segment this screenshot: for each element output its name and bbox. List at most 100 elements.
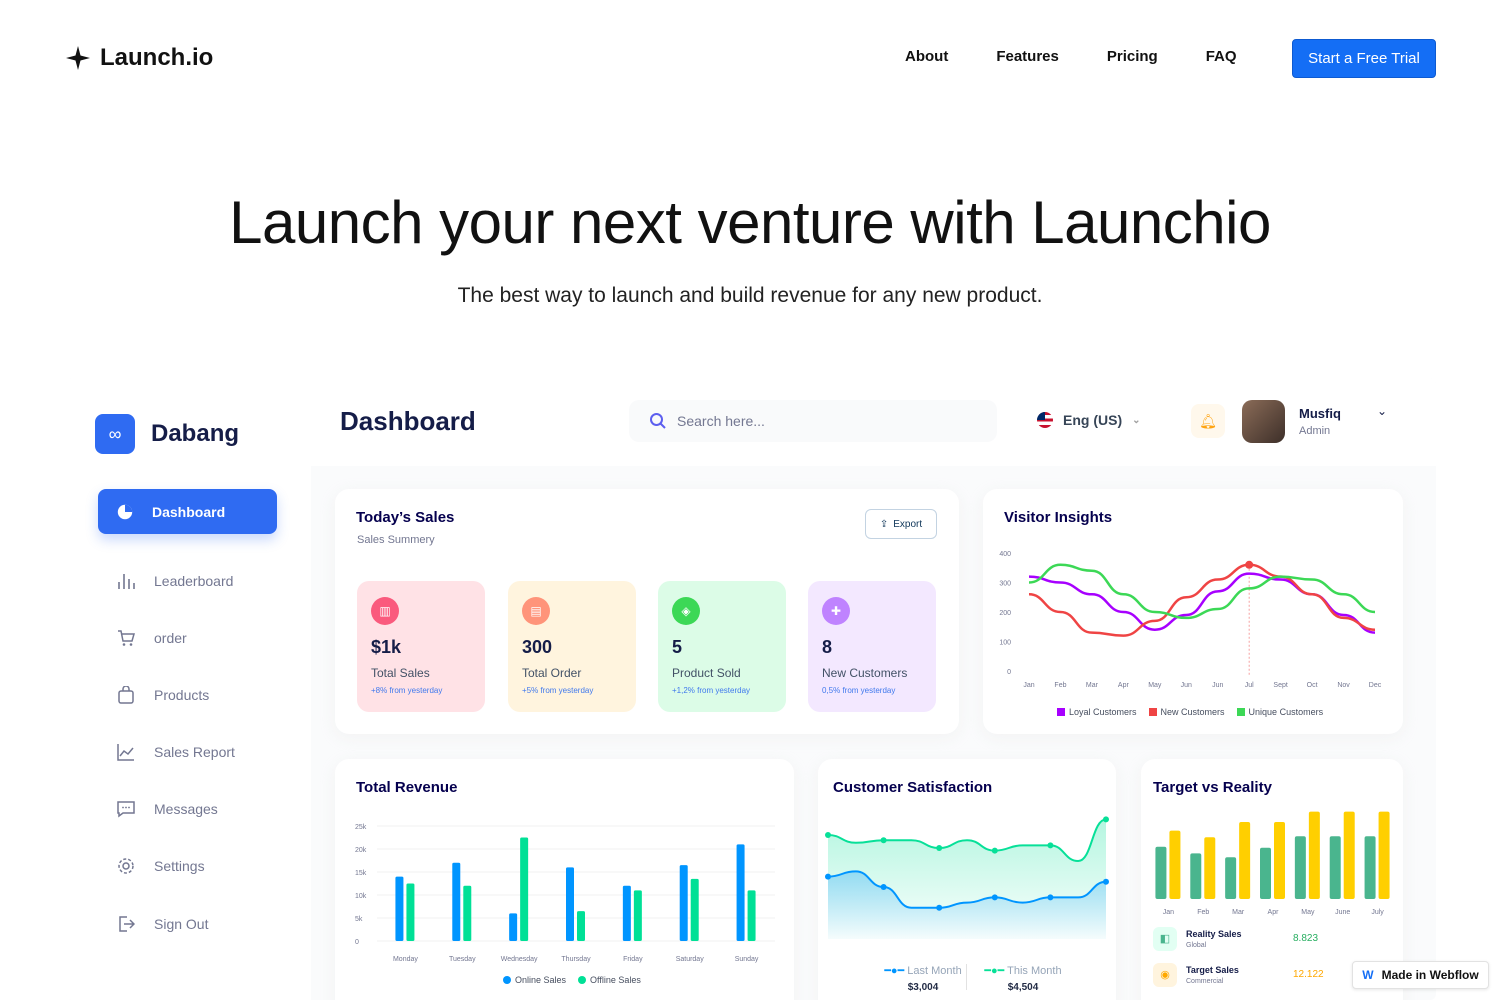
row-value: 8.823 [1293,933,1319,944]
card-title: Today’s Sales [356,509,455,526]
sidebar-item-dashboard[interactable]: Dashboard [98,489,277,534]
series-point [1047,842,1054,849]
series-point [1103,878,1109,885]
target-bar [1308,811,1320,899]
us-flag-icon [1037,412,1053,428]
y-tick-label: 5k [355,916,363,923]
legend-item: New Customers [1148,707,1225,717]
x-tick-label: June [1335,909,1350,916]
stat-change: 0,5% from yesterday [822,686,896,695]
x-tick-label: May [1148,682,1162,689]
cart-icon [116,628,136,648]
revenue-bar [395,876,404,941]
sidebar-item-label: Sales Report [154,744,235,760]
nav-link-faq[interactable]: FAQ [1206,48,1237,65]
legend-label: ━●━ Last Month [884,965,962,977]
target-bar [1260,847,1271,899]
logo[interactable]: Launch.io [66,44,213,72]
revenue-bar [622,885,631,941]
nav-link-features[interactable]: Features [996,48,1059,65]
stat-label: Product Sold [672,666,741,680]
made-in-webflow-badge[interactable]: W Made in Webflow [1352,961,1489,989]
webflow-logo-icon: W [1362,968,1374,982]
pie-chart-icon [117,504,133,519]
brand-logo-icon: ∞ [95,414,135,454]
stat-value: 8 [822,637,833,657]
revenue-bar [633,890,642,941]
language-select[interactable]: Eng (US) ⌄ [1037,412,1141,428]
x-tick-label: Sept [1273,682,1287,689]
target-bar [1364,836,1376,899]
nav-link-pricing[interactable]: Pricing [1107,48,1158,65]
series-point [825,832,831,838]
legend-label: Loyal Customers [1069,707,1137,717]
avatar[interactable] [1242,400,1285,443]
legend-item: Offline Sales [578,975,641,985]
highlight-point [1245,560,1254,569]
start-free-trial-button[interactable]: Start a Free Trial [1292,39,1436,78]
sidebar-item-sign-out[interactable]: Sign Out [116,914,208,934]
legend-swatch [503,976,511,984]
customer-satisfaction-chart [825,816,1109,939]
target-bar [1329,836,1341,899]
tag-icon: ◈ [672,597,700,625]
sidebar-item-label: Dashboard [152,503,226,520]
stat-value: $1k [371,637,402,657]
user-name: Musfiq [1299,406,1341,421]
y-tick-label: 400 [999,551,1011,558]
brand-name: Dabang [151,420,240,447]
hero-title: Launch your next venture with Launchio [229,189,1271,256]
total-revenue-card: Total Revenue 0 5k 10k 15k 20k 25k Monday Tuesd… [335,759,794,1000]
hero-subtitle: The best way to launch and build revenue… [457,284,1043,307]
legend-value: $4,504 [1007,982,1039,993]
bars-icon [116,571,136,591]
x-tick-label: Monday [393,956,418,963]
target-bar [1169,830,1181,899]
export-label: Export [893,518,923,530]
notification-bell-icon[interactable]: 🔔︎ [1191,404,1225,438]
legend-label: ━●━ This Month [984,965,1062,977]
chevron-down-icon[interactable]: ⌄ [1377,404,1387,418]
stat-card-new-customers: ✚ 8 New Customers 0,5% from yesterday [808,581,936,712]
nav-links: About Features Pricing FAQ [905,48,1285,65]
message-icon [116,799,136,819]
bag-icon: ◧ [1153,927,1177,951]
sidebar-item-leaderboard[interactable]: Leaderboard [116,571,233,591]
row-sub: Global [1186,942,1207,949]
search-input[interactable]: Search here... [629,400,997,442]
gear-icon [116,856,136,876]
nav-link-about[interactable]: About [905,48,948,65]
x-tick-label: Mar [1086,682,1099,689]
sidebar-item-products[interactable]: Products [116,685,209,705]
x-tick-label: Jun [1181,682,1192,689]
revenue-bar [406,883,415,941]
revenue-bar [452,862,461,941]
x-tick-label: Feb [1197,909,1209,916]
row-sub: Commercial [1186,978,1224,985]
y-tick-label: 25k [355,824,367,831]
series-point [991,847,998,854]
sidebar-item-messages[interactable]: Messages [116,799,218,819]
stat-change: +5% from yesterday [522,686,594,695]
stat-label: Total Order [522,666,582,680]
sidebar-item-label: Settings [154,858,205,874]
export-button[interactable]: ⇪ Export [865,509,937,539]
card-title: Visitor Insights [1004,509,1113,526]
sparkle-icon [66,46,90,70]
target-vs-reality-chart: Jan Feb Mar Apr May June July [1155,811,1390,916]
sidebar-item-settings[interactable]: Settings [116,856,205,876]
y-tick-label: 20k [355,847,367,854]
legend-swatch [1236,708,1245,716]
y-tick-label: 200 [999,610,1011,617]
x-tick-label: Feb [1054,682,1066,689]
legend-swatch [1148,708,1157,716]
sidebar-item-sales-report[interactable]: Sales Report [116,742,235,762]
series-line [1028,563,1376,637]
legend-item: Loyal Customers [1057,707,1137,717]
chart-icon: ▥ [371,597,399,625]
sign-out-icon [116,914,136,934]
sidebar-item-order[interactable]: order [116,628,187,648]
legend-label: New Customers [1160,707,1225,717]
stat-value: 300 [522,637,553,657]
legend-value: $3,004 [907,982,939,993]
